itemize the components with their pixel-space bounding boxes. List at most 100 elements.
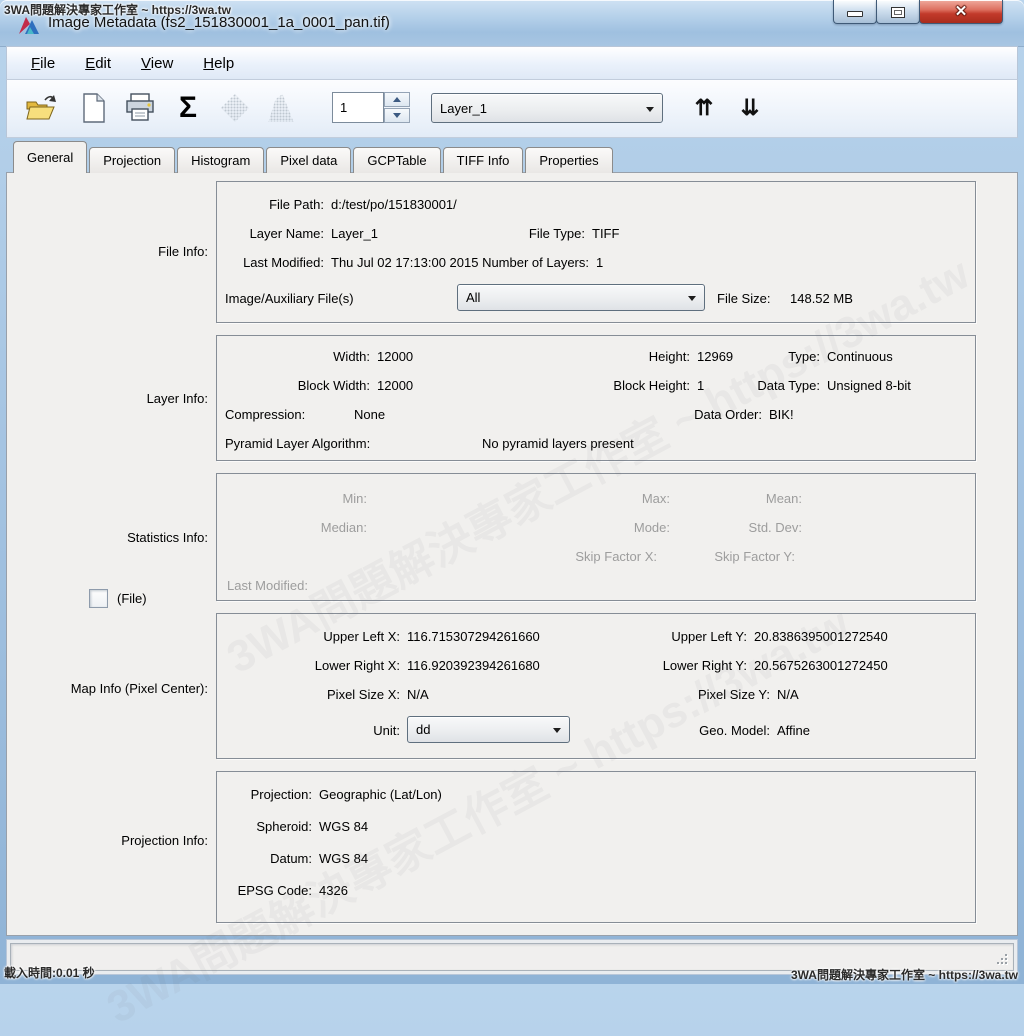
compression-value: None: [354, 407, 385, 423]
tab-pixel-data[interactable]: Pixel data: [266, 147, 351, 173]
menu-edit[interactable]: Edit: [85, 55, 111, 72]
image-info-button-disabled: [219, 92, 251, 124]
file-info-group: File Path: d:/test/po/151830001/ Layer N…: [216, 181, 976, 323]
watermark-bottom-right: 3WA問題解決專家工作室 ~ https://3wa.tw: [791, 966, 1018, 983]
chevron-down-icon: [646, 107, 654, 112]
new-file-button[interactable]: [79, 90, 109, 126]
tab-label: Histogram: [191, 153, 250, 168]
statistics-section-label: Statistics Info:: [127, 530, 208, 546]
pixel-size-y-label: Pixel Size Y:: [698, 687, 770, 703]
data-type-label: Data Type:: [757, 378, 820, 394]
epsg-code-value: 4326: [319, 883, 348, 899]
file-info-section-label: File Info:: [158, 244, 208, 260]
statistics-button[interactable]: Σ: [172, 90, 204, 126]
unit-label: Unit:: [373, 723, 400, 739]
data-order-value: BIK!: [769, 407, 794, 423]
pyramid-algorithm-label: Pyramid Layer Algorithm:: [225, 436, 370, 452]
close-button[interactable]: ✕: [919, 0, 1003, 24]
width-label: Width:: [333, 349, 370, 365]
menu-help[interactable]: Help: [203, 55, 234, 72]
datum-value: WGS 84: [319, 851, 368, 867]
open-file-button[interactable]: [23, 90, 59, 126]
pixel-size-y-value: N/A: [777, 687, 799, 703]
lower-layer-button[interactable]: ⇊: [733, 92, 767, 124]
map-info-section-label: Map Info (Pixel Center):: [71, 681, 208, 697]
spheroid-value: WGS 84: [319, 819, 368, 835]
layer-number-input[interactable]: 1: [332, 92, 384, 123]
lower-right-y-label: Lower Right Y:: [663, 658, 747, 674]
geo-model-value: Affine: [777, 723, 810, 739]
aux-files-label: Image/Auxiliary File(s): [225, 291, 354, 307]
mean-label: Mean:: [766, 491, 802, 507]
upper-left-y-label: Upper Left Y:: [671, 629, 747, 645]
unit-dropdown[interactable]: dd: [407, 716, 570, 743]
projection-section-label: Projection Info:: [121, 833, 208, 849]
lower-right-x-value: 116.920392394261680: [407, 658, 540, 674]
layer-name-value: Layer_1: [331, 226, 378, 242]
last-modified-label: Last Modified:: [243, 255, 324, 271]
chevron-down-icon: [688, 296, 696, 301]
spinner-down-icon: [393, 113, 401, 122]
std-dev-label: Std. Dev:: [749, 520, 802, 536]
stats-last-modified-label: Last Modified:: [227, 578, 308, 594]
layer-selector-dropdown[interactable]: Layer_1: [431, 93, 663, 123]
arrows-down-icon: ⇊: [741, 96, 759, 120]
skip-factor-y-label: Skip Factor Y:: [714, 549, 795, 565]
median-label: Median:: [321, 520, 367, 536]
tab-general[interactable]: General: [13, 141, 87, 173]
file-type-label: File Type:: [529, 226, 585, 242]
raise-layer-button[interactable]: ⇈: [687, 92, 721, 124]
tab-tiff-info[interactable]: TIFF Info: [443, 147, 524, 173]
spinner-up-icon: [393, 93, 401, 102]
menu-view[interactable]: View: [141, 55, 173, 72]
print-button[interactable]: [122, 90, 158, 126]
tab-label: Projection: [103, 153, 161, 168]
tab-strip: General Projection Histogram Pixel data …: [13, 140, 615, 173]
min-label: Min:: [342, 491, 367, 507]
watermark-load-time: 載入時間:0.01 秒: [4, 964, 95, 981]
file-size-value: 148.52 MB: [790, 291, 853, 307]
tab-label: TIFF Info: [457, 153, 510, 168]
map-info-group: Upper Left X: 116.715307294261660 Upper …: [216, 613, 976, 759]
last-modified-value: Thu Jul 02 17:13:00 2015: [331, 255, 478, 271]
open-folder-icon: [25, 93, 57, 123]
pyramid-algorithm-value: No pyramid layers present: [482, 436, 634, 452]
geo-model-label: Geo. Model:: [699, 723, 770, 739]
maximize-button[interactable]: [876, 0, 920, 24]
minimize-button[interactable]: [833, 0, 877, 24]
file-path-value: d:/test/po/151830001/: [331, 197, 457, 213]
unit-value: dd: [416, 722, 430, 737]
tab-label: General: [27, 150, 73, 165]
tab-label: Properties: [539, 153, 598, 168]
type-value: Continuous: [827, 349, 893, 365]
sigma-icon: Σ: [179, 93, 197, 123]
toolbar: Σ 1 Layer_1 ⇈ ⇊: [6, 80, 1018, 138]
lower-right-x-label: Lower Right X:: [315, 658, 400, 674]
width-value: 12000: [377, 349, 413, 365]
stats-file-checkbox[interactable]: [89, 589, 108, 608]
projection-info-group: Projection: Geographic (Lat/Lon) Spheroi…: [216, 771, 976, 923]
tab-label: Pixel data: [280, 153, 337, 168]
pyramid-button-disabled: [265, 92, 297, 124]
upper-left-x-value: 116.715307294261660: [407, 629, 540, 645]
menu-file[interactable]: File: [31, 55, 55, 72]
height-value: 12969: [697, 349, 733, 365]
tab-projection[interactable]: Projection: [89, 147, 175, 173]
pixel-size-x-label: Pixel Size X:: [327, 687, 400, 703]
spinner-up-button[interactable]: [384, 92, 410, 107]
resize-grip[interactable]: [995, 952, 1009, 966]
block-height-value: 1: [697, 378, 704, 394]
minimize-icon: [847, 11, 863, 17]
spheroid-label: Spheroid:: [256, 819, 312, 835]
block-width-label: Block Width:: [298, 378, 370, 394]
tab-properties[interactable]: Properties: [525, 147, 612, 173]
aux-files-dropdown[interactable]: All: [457, 284, 705, 311]
tab-gcptable[interactable]: GCPTable: [353, 147, 440, 173]
layer-info-group: Width: 12000 Height: 12969 Type: Continu…: [216, 335, 976, 461]
spinner-down-button[interactable]: [384, 108, 410, 123]
tab-histogram[interactable]: Histogram: [177, 147, 264, 173]
printer-icon: [124, 92, 156, 124]
data-type-value: Unsigned 8-bit: [827, 378, 911, 394]
arrows-up-icon: ⇈: [695, 96, 713, 120]
max-label: Max:: [642, 491, 670, 507]
